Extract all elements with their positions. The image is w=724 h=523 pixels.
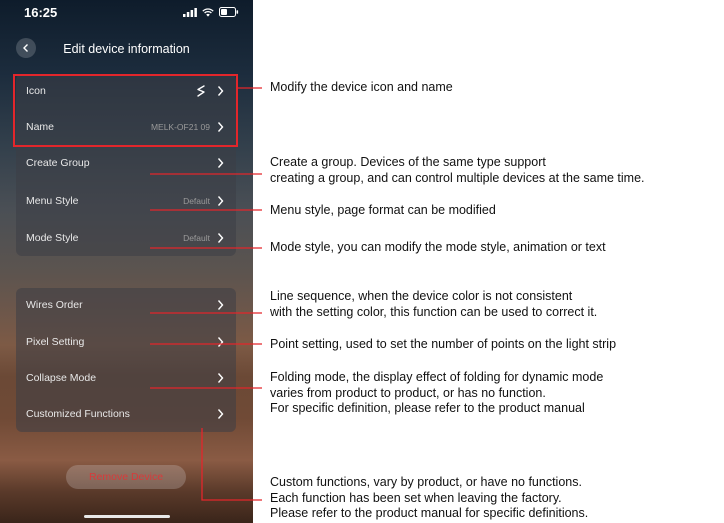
row-menu-style[interactable]: Menu Style Default bbox=[16, 184, 236, 220]
remove-device-button[interactable]: Remove Device bbox=[66, 465, 186, 489]
row-mode-style-label: Mode Style bbox=[26, 232, 79, 244]
settings-card-advanced: Wires Order Pixel Setting Collapse Mode … bbox=[16, 288, 236, 432]
chevron-right-icon bbox=[217, 233, 224, 243]
home-indicator bbox=[84, 515, 170, 518]
note-create-group: Create a group. Devices of the same type… bbox=[270, 155, 645, 185]
chevron-right-icon bbox=[217, 373, 224, 383]
wifi-icon bbox=[202, 7, 214, 17]
status-icons bbox=[183, 7, 239, 17]
row-create-group[interactable]: Create Group bbox=[16, 146, 236, 182]
battery-icon bbox=[219, 7, 239, 17]
chevron-right-icon bbox=[217, 409, 224, 419]
note-mode-style: Mode style, you can modify the mode styl… bbox=[270, 240, 606, 254]
note-pixel-setting: Point setting, used to set the number of… bbox=[270, 337, 617, 351]
row-collapse-mode[interactable]: Collapse Mode bbox=[16, 361, 236, 397]
row-wires-order[interactable]: Wires Order bbox=[16, 288, 236, 324]
row-mode-style[interactable]: Mode Style Default bbox=[16, 221, 236, 257]
row-menu-style-label: Menu Style bbox=[26, 195, 79, 207]
chevron-right-icon bbox=[217, 337, 224, 347]
row-mode-style-value: Default bbox=[183, 233, 210, 243]
row-menu-style-value: Default bbox=[183, 196, 210, 206]
row-customized-functions[interactable]: Customized Functions bbox=[16, 397, 236, 433]
row-create-group-label: Create Group bbox=[26, 157, 90, 169]
status-time: 16:25 bbox=[24, 5, 58, 20]
note-customized-functions: Custom functions, vary by product, or ha… bbox=[270, 475, 589, 520]
note-wires-order: Line sequence, when the device color is … bbox=[270, 289, 598, 319]
highlight-box-icon-name bbox=[13, 74, 238, 147]
chevron-right-icon bbox=[217, 300, 224, 310]
note-collapse-mode: Folding mode, the display effect of fold… bbox=[270, 370, 604, 415]
page-title: Edit device information bbox=[63, 42, 190, 56]
status-bar: 16:25 bbox=[0, 0, 253, 26]
chevron-right-icon bbox=[217, 158, 224, 168]
chevron-right-icon bbox=[217, 196, 224, 206]
note-icon-name: Modify the device icon and name bbox=[270, 80, 453, 94]
row-collapse-mode-label: Collapse Mode bbox=[26, 372, 97, 384]
nav-bar: Edit device information bbox=[0, 36, 253, 64]
row-pixel-setting-label: Pixel Setting bbox=[26, 336, 85, 348]
row-customized-functions-label: Customized Functions bbox=[26, 408, 130, 420]
row-wires-order-label: Wires Order bbox=[26, 299, 83, 311]
note-menu-style: Menu style, page format can be modified bbox=[270, 203, 496, 217]
phone-screen: 16:25 Edit device information Icon Name … bbox=[0, 0, 253, 523]
row-pixel-setting[interactable]: Pixel Setting bbox=[16, 325, 236, 361]
signal-icon bbox=[183, 7, 197, 17]
